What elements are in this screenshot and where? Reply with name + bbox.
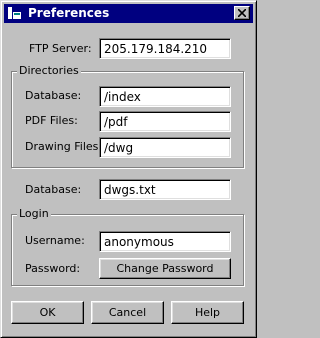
pdf-files-label: PDF Files:	[25, 114, 78, 127]
help-button[interactable]: Help	[171, 301, 244, 324]
username-label: Username:	[25, 234, 85, 247]
database-file-label: Database:	[25, 183, 82, 196]
drawing-files-value: /dwg	[104, 141, 134, 155]
change-password-button[interactable]: Change Password	[99, 258, 231, 279]
ftp-server-field[interactable]: 205.179.184.210	[99, 38, 231, 59]
username-field[interactable]: anonymous	[99, 231, 231, 252]
drawing-files-label: Drawing Files:	[25, 140, 103, 153]
pdf-files-value: /pdf	[104, 115, 128, 129]
directories-title: Directories	[17, 64, 81, 78]
title-bar[interactable]: Preferences	[4, 4, 253, 23]
database-file-field[interactable]: dwgs.txt	[99, 179, 231, 200]
login-title: Login	[17, 207, 51, 221]
close-button[interactable]	[234, 6, 250, 20]
ftp-server-label: FTP Server:	[29, 42, 92, 55]
pdf-files-field[interactable]: /pdf	[99, 111, 231, 132]
directories-database-value: /index	[104, 90, 141, 104]
preferences-dialog: Preferences FTP Server: 205.179.184.210 …	[0, 0, 257, 338]
cancel-button[interactable]: Cancel	[91, 301, 164, 324]
ftp-server-value: 205.179.184.210	[104, 42, 208, 56]
drawing-files-field[interactable]: /dwg	[99, 137, 231, 158]
directories-database-label: Database:	[25, 89, 82, 102]
password-label: Password:	[25, 262, 81, 275]
close-icon	[238, 9, 246, 17]
directories-database-field[interactable]: /index	[99, 86, 231, 107]
app-icon	[7, 6, 23, 21]
ok-button[interactable]: OK	[11, 301, 84, 324]
username-value: anonymous	[104, 235, 174, 249]
window-title: Preferences	[28, 6, 110, 20]
database-file-value: dwgs.txt	[104, 183, 156, 197]
